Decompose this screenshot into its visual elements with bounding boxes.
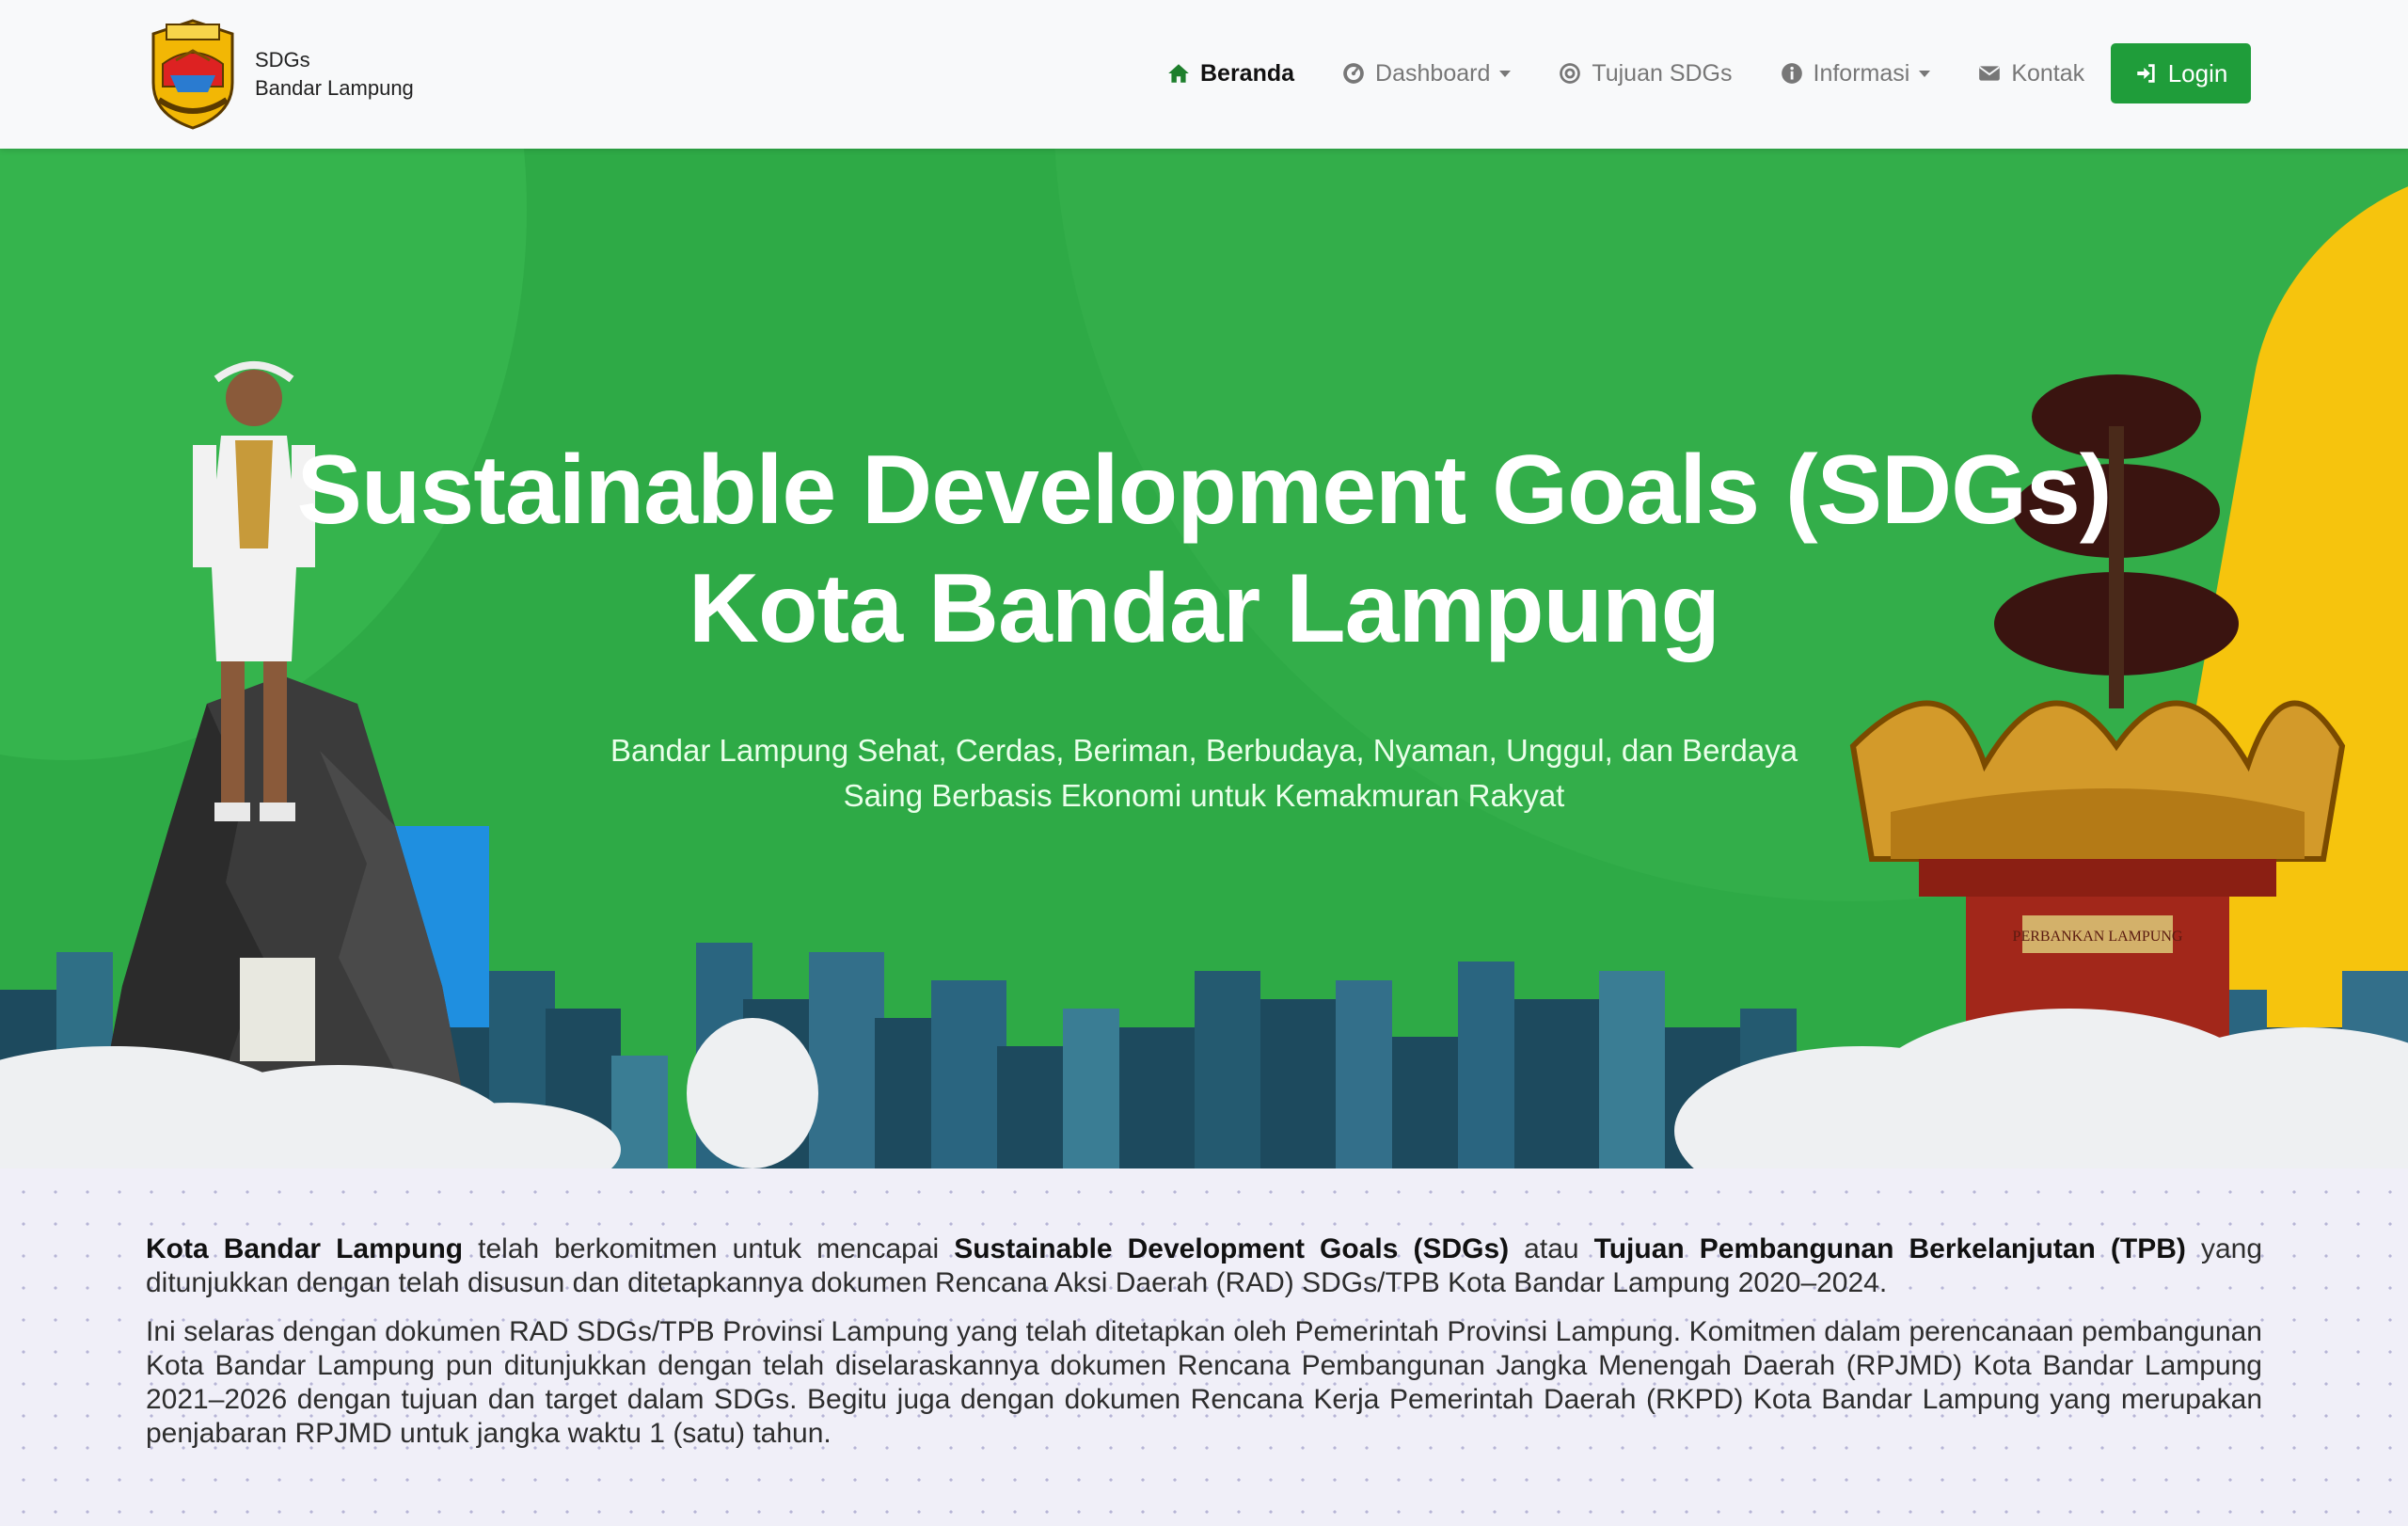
hero-title-line2: Kota Bandar Lampung xyxy=(688,554,1720,663)
intro-paragraph-1: Kota Bandar Lampung telah berkomitmen un… xyxy=(146,1232,2262,1300)
brand-text: SDGs Bandar Lampung xyxy=(255,46,414,103)
main-nav: Beranda Dashboard Tujuan SDGs Informasi … xyxy=(1166,43,2131,103)
intro-text: atau xyxy=(1509,1233,1594,1264)
clouds-image xyxy=(0,1009,2408,1168)
chevron-down-icon xyxy=(1919,70,1931,77)
nav-tujuan-sdgs-label: Tujuan SDGs xyxy=(1592,59,1733,87)
hero-subtitle-line2: Saing Berbasis Ekonomi untuk Kemakmuran … xyxy=(843,778,1565,813)
intro-section: Kota Bandar Lampung telah berkomitmen un… xyxy=(0,1168,2408,1526)
tower-plate-text: PERBANKAN LAMPUNG xyxy=(2013,929,2183,945)
nav-tujuan-sdgs[interactable]: Tujuan SDGs xyxy=(1558,59,1733,87)
hero-title: Sustainable Development Goals (SDGs) Kot… xyxy=(0,431,2408,668)
info-icon xyxy=(1781,63,1802,84)
nav-beranda[interactable]: Beranda xyxy=(1166,60,1294,87)
nav-beranda-label: Beranda xyxy=(1200,59,1295,87)
hero-banner: PERBANKAN LAMPUNG Sustainable Developmen… xyxy=(0,149,2408,1168)
intro-text: telah berkomitmen untuk mencapai xyxy=(463,1233,955,1264)
city-emblem-logo xyxy=(151,19,234,130)
sign-in-icon xyxy=(2136,64,2155,83)
intro-paragraph-2: Ini selaras dengan dokumen RAD SDGs/TPB … xyxy=(146,1316,2262,1449)
target-icon xyxy=(1560,63,1581,84)
login-label: Login xyxy=(2167,58,2228,87)
brand-line2: Bandar Lampung xyxy=(255,76,414,100)
intro-bold-sdgs: Sustainable Development Goals (SDGs) xyxy=(954,1233,1510,1264)
hero-title-line1: Sustainable Development Goals (SDGs) xyxy=(296,436,2113,545)
intro-bold-tpb: Tujuan Pembangunan Berkelanjutan (TPB) xyxy=(1593,1233,2186,1264)
hero-subtitle: Bandar Lampung Sehat, Cerdas, Beriman, B… xyxy=(593,728,1815,819)
nav-informasi-label: Informasi xyxy=(1813,59,1910,87)
home-icon xyxy=(1168,64,1189,83)
intro-bold-city: Kota Bandar Lampung xyxy=(146,1233,464,1264)
brand-line1: SDGs xyxy=(255,48,310,72)
dashboard-icon xyxy=(1343,63,1364,84)
hero-subtitle-line1: Bandar Lampung Sehat, Cerdas, Beriman, B… xyxy=(610,733,1798,768)
nav-dashboard[interactable]: Dashboard xyxy=(1341,59,1512,87)
chevron-down-icon xyxy=(1499,70,1512,77)
nav-informasi[interactable]: Informasi xyxy=(1780,60,1931,87)
nav-kontak-label: Kontak xyxy=(2011,59,2085,87)
nav-kontak[interactable]: Kontak xyxy=(1977,60,2084,87)
navbar: SDGs Bandar Lampung Beranda Dashboard Tu… xyxy=(0,0,2408,149)
envelope-icon xyxy=(1979,66,2001,81)
login-button[interactable]: Login xyxy=(2111,43,2251,103)
nav-dashboard-label: Dashboard xyxy=(1375,59,1491,87)
brand-link[interactable]: SDGs Bandar Lampung xyxy=(146,17,414,132)
